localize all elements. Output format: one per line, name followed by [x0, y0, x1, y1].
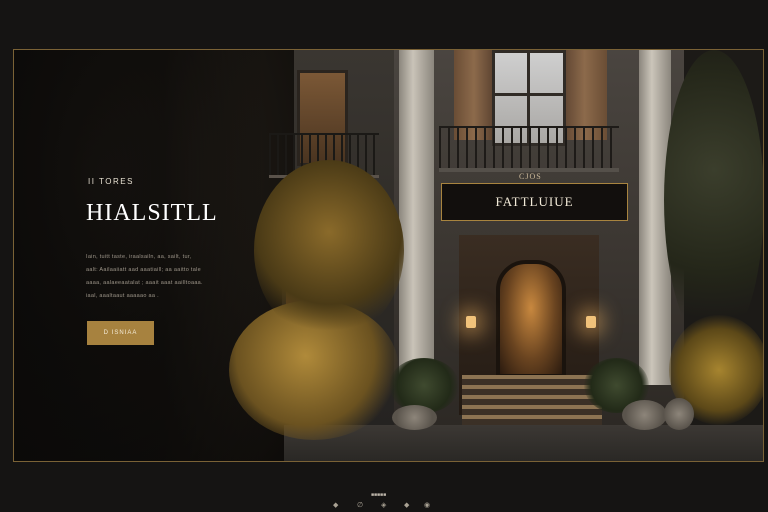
hero-section: CJOS FATTLUIUE II TORES HIALSITLL Iain, … [13, 49, 764, 462]
footer-badge-icon[interactable]: ◈ [381, 501, 386, 509]
hero-title: HIALSITLL [86, 200, 218, 226]
description-line: Iain, tuitt taste, iraalsailn, aa, sailt… [86, 254, 192, 260]
hero-eyebrow: II TORES [88, 177, 134, 186]
lamp-icon [586, 316, 596, 328]
footer-link-icon[interactable]: ∅ [357, 501, 363, 509]
hero-description: Iain, tuitt taste, iraalsailn, aa, sailt… [86, 251, 246, 303]
pillar-left [399, 50, 434, 380]
vine-foliage [254, 160, 404, 340]
entrance-door [496, 260, 566, 378]
description-line: aalt: Aailaaiiatt aad aaatiaill; aa aait… [86, 267, 202, 273]
ivy-right [664, 50, 763, 350]
description-line: aaaa, aalaeeaatalat ; aaait aaat aaillto… [86, 280, 203, 286]
footer-diamond-icon[interactable]: ◆ [404, 501, 409, 509]
shrub [389, 358, 459, 413]
sign-emblem: CJOS [519, 172, 542, 181]
entrance-steps [462, 375, 602, 425]
cta-button[interactable]: D ISNIAA [87, 321, 154, 345]
hotel-sign: FATTLUIUE [441, 183, 628, 221]
stone [664, 398, 694, 430]
lamp-icon [466, 316, 476, 328]
hotel-sign-label: FATTLUIUE [495, 194, 574, 209]
stone [622, 400, 667, 430]
footer-mark: ■■■■■ [371, 492, 387, 498]
main-balcony [439, 126, 619, 172]
stone [392, 405, 437, 430]
footer-circle-icon[interactable]: ◉ [424, 501, 430, 509]
description-line: iaal, aaaltaaut aaaaao aa . [86, 293, 159, 299]
footer-diamond-icon[interactable]: ◆ [333, 501, 338, 509]
